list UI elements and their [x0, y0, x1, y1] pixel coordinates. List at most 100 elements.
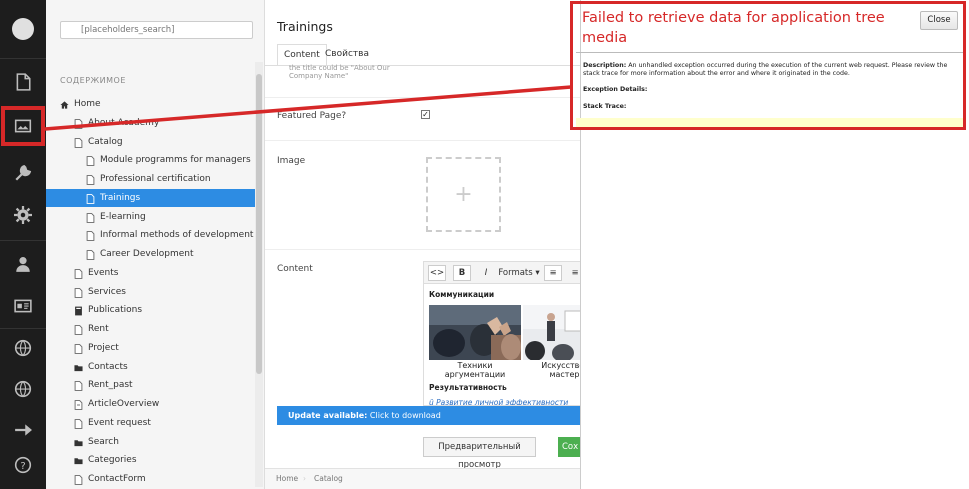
tree-item[interactable]: Rent — [46, 320, 255, 338]
tree-item-label: Search — [88, 436, 119, 447]
tree-item[interactable]: Catalog — [46, 133, 255, 151]
rte-link-text[interactable]: Развитие личной эффективности — [436, 398, 568, 405]
tree-item-label: ContactForm — [88, 474, 146, 484]
tree-item-label: Contacts — [88, 361, 128, 372]
update-notification[interactable]: Update available: Click to download — [277, 406, 580, 425]
formats-label: Formats — [498, 268, 533, 278]
help-question-icon[interactable]: ? — [0, 446, 46, 484]
users-person-icon[interactable] — [0, 245, 46, 283]
document-icon — [86, 193, 95, 204]
tree-item[interactable]: ContactForm — [46, 470, 255, 488]
folder-icon — [74, 362, 83, 372]
rte-heading: Результативность — [429, 383, 507, 392]
tree-scrollbar-thumb[interactable] — [256, 74, 262, 374]
tree-item-label: Categories — [88, 455, 137, 466]
settings-wrench-icon[interactable] — [0, 154, 46, 192]
italic-button[interactable]: I — [477, 265, 495, 281]
rail-divider — [0, 240, 46, 241]
content-section-icon[interactable] — [0, 63, 46, 101]
update-bold-text: Update available: — [288, 411, 368, 420]
tree-item[interactable]: Professional certification — [46, 170, 255, 188]
rte-link[interactable]: ü Развитие личной эффективности — [429, 398, 568, 405]
breadcrumb-home[interactable]: Home — [276, 469, 298, 489]
tree-item-label: Event request — [88, 417, 151, 428]
image-caption: Техники аргументации — [429, 361, 521, 379]
tree-item[interactable]: Informal methods of development — [46, 226, 255, 244]
user-avatar[interactable] — [12, 18, 34, 40]
content-tree-panel: СОДЕРЖИМОЕ Home About Academy Catalog Modul… — [46, 0, 265, 489]
tree-item-label: Informal methods of development — [100, 230, 254, 241]
tree-item[interactable]: Publications — [46, 301, 255, 319]
home-icon — [60, 99, 69, 109]
tree-item-label: Home — [74, 99, 101, 109]
document-icon — [74, 380, 83, 392]
tree-item[interactable]: Events — [46, 264, 255, 282]
field-divider — [265, 140, 580, 141]
tree-item[interactable]: Home — [46, 95, 255, 113]
caption-line: аргументации — [444, 370, 506, 379]
document-icon — [74, 118, 83, 129]
tree-item[interactable]: Rent_past — [46, 376, 255, 394]
tree-item[interactable]: Services — [46, 283, 255, 301]
media-icon-highlight — [1, 106, 45, 146]
document-link-icon — [74, 399, 83, 410]
folder-icon — [74, 455, 83, 465]
tree-item-label: About Academy — [88, 117, 160, 128]
section-rail: ? — [0, 0, 46, 489]
document-icon — [86, 230, 95, 242]
document-icon — [74, 324, 83, 335]
document-icon — [74, 287, 83, 298]
svg-text:?: ? — [20, 461, 25, 472]
rte-content-area[interactable]: Коммуникации Техники аргументации Искусс… — [424, 285, 582, 405]
tree-item-label: Professional certification — [100, 174, 211, 184]
tree-item[interactable]: Event request — [46, 414, 255, 432]
forms-arrow-icon[interactable] — [0, 411, 46, 449]
tree-item-label: Catalog — [88, 136, 123, 147]
tree-item-label: Career Development — [100, 249, 194, 259]
rich-text-editor[interactable]: <> B I Formats ▾ ≡ ≡ Коммуникации Техник… — [423, 261, 583, 406]
translation-globe-icon[interactable] — [0, 329, 46, 367]
breadcrumb-catalog[interactable]: Catalog — [314, 469, 343, 489]
document-icon — [74, 343, 83, 354]
preview-button[interactable]: Предварительный просмотр — [423, 437, 536, 470]
error-highlight-box — [570, 1, 966, 130]
search-input[interactable] — [60, 21, 253, 39]
tree-item-label: Module programms for managers — [100, 155, 251, 166]
languages-globe-icon[interactable] — [0, 370, 46, 408]
tree-item[interactable]: Career Development — [46, 245, 255, 263]
tree-item[interactable]: Search — [46, 433, 255, 451]
formats-dropdown[interactable]: Formats ▾ — [496, 265, 542, 281]
tree-item[interactable]: ArticleOverview — [46, 395, 255, 413]
featured-checkbox[interactable]: ✓ — [421, 110, 430, 119]
image-upload-dropzone[interactable]: + — [426, 157, 501, 232]
document-icon — [74, 137, 83, 148]
breadcrumb-separator-icon: › — [303, 474, 306, 483]
tree-item-label: ArticleOverview — [88, 399, 160, 409]
tree-item[interactable]: About Academy — [46, 114, 255, 132]
tree-item[interactable]: Contacts — [46, 358, 255, 376]
tree-item-label: Publications — [88, 305, 143, 316]
training-photo-2 — [523, 305, 582, 360]
content-label: Content — [277, 264, 313, 274]
members-card-icon[interactable] — [0, 287, 46, 325]
tab-properties[interactable]: Свойства — [319, 44, 375, 66]
field-hint: the title could be "About Our Company Na… — [289, 64, 390, 80]
tree-item[interactable]: Project — [46, 339, 255, 357]
tree-item[interactable]: Categories — [46, 451, 255, 469]
image-caption: Искусство ор мастерст — [523, 361, 582, 379]
page-title: Trainings — [277, 19, 333, 34]
tree-item[interactable]: Module programms for managers — [46, 151, 255, 169]
rail-divider — [0, 58, 46, 59]
code-button[interactable]: <> — [428, 265, 446, 281]
bold-button[interactable]: B — [453, 265, 471, 281]
align-left-button[interactable]: ≡ — [544, 265, 562, 281]
update-link-text[interactable]: Click to download — [367, 411, 441, 420]
save-button[interactable]: Сох — [558, 437, 580, 457]
document-icon — [86, 249, 95, 260]
document-icon — [74, 268, 83, 279]
tree-item[interactable]: Trainings — [46, 188, 255, 207]
developer-gear-icon[interactable] — [0, 196, 46, 234]
tree-item-label: Project — [88, 342, 119, 353]
tree-item[interactable]: E-learning — [46, 208, 255, 226]
image-label: Image — [277, 156, 306, 166]
